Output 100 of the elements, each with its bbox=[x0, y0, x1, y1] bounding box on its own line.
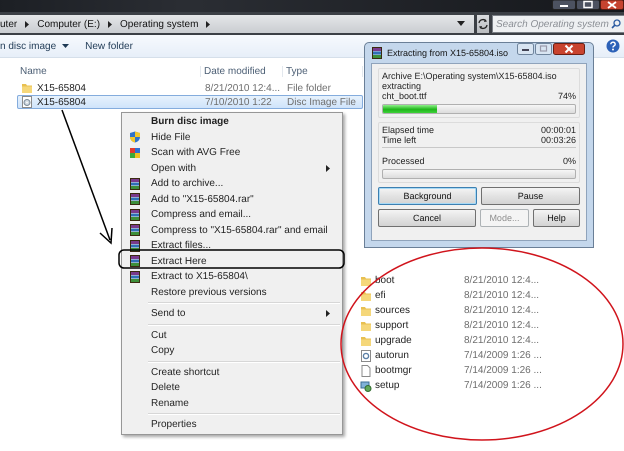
search-field[interactable]: Search Operating system bbox=[492, 15, 624, 33]
file-name: setup bbox=[375, 380, 400, 391]
disc-file-icon bbox=[21, 96, 33, 108]
menu-item[interactable]: Add to "X15-65804.rar" bbox=[124, 192, 340, 207]
search-icon[interactable] bbox=[611, 19, 621, 29]
column-header[interactable]: Type bbox=[283, 66, 363, 76]
type-cell-text: File folder bbox=[286, 82, 332, 94]
file-name: efi bbox=[375, 290, 386, 301]
toolbar-button[interactable]: n disc image bbox=[0, 40, 70, 52]
date-cell-text: 8/21/2010 12:4... bbox=[464, 320, 540, 331]
date-cell-text: 8/21/2010 12:4... bbox=[204, 82, 282, 94]
menu-item[interactable]: Cut bbox=[124, 328, 340, 343]
archive-icon bbox=[129, 178, 141, 190]
folder-icon bbox=[360, 320, 372, 332]
menu-item[interactable]: Delete bbox=[124, 380, 340, 396]
help-icon[interactable] bbox=[606, 39, 620, 53]
window-title: Extracting from X15-65804.iso bbox=[387, 48, 508, 58]
maximize-icon bbox=[576, 0, 600, 10]
processed-label: Processed bbox=[382, 156, 425, 166]
archive-icon bbox=[129, 240, 141, 252]
dialog-button[interactable]: Pause bbox=[481, 187, 580, 205]
menu-item[interactable]: Extract Here bbox=[124, 254, 340, 269]
menu-item[interactable]: Extract to X15-65804\ bbox=[124, 269, 340, 284]
date-cell-text: 7/10/2010 1:22 bbox=[204, 96, 273, 108]
dropdown-icon bbox=[457, 20, 465, 26]
menu-item[interactable]: Rename bbox=[124, 396, 340, 411]
menu-item[interactable]: Compress to "X15-65804.rar" and email bbox=[124, 222, 340, 238]
close-icon bbox=[600, 0, 624, 10]
archive-icon bbox=[129, 208, 141, 221]
archive-path: Archive E:\Operating system\X15-65804.iso bbox=[382, 71, 558, 81]
dialog-button[interactable]: Cancel bbox=[378, 209, 476, 227]
menu-item[interactable]: Hide File bbox=[124, 130, 340, 145]
type-cell-text: Disc Image File bbox=[286, 96, 357, 108]
time-label: Time left bbox=[382, 135, 416, 145]
file-row[interactable]: X15-65804 7/10/2010 1:22 Disc Image File bbox=[17, 95, 363, 109]
file-percent: 74% bbox=[558, 91, 576, 101]
menu-item[interactable]: Send to bbox=[124, 306, 340, 322]
toolbar-button[interactable]: New folder bbox=[85, 40, 133, 52]
folder-icon bbox=[360, 290, 372, 302]
breadcrumb[interactable]: Computer (E:) bbox=[37, 18, 100, 30]
date-cell-text: 8/21/2010 12:4... bbox=[464, 290, 540, 301]
file-name: bootmgr bbox=[375, 365, 412, 376]
archive-icon bbox=[129, 224, 141, 236]
time-value: 00:00:01 bbox=[540, 125, 576, 135]
current-file: cht_boot.ttf bbox=[382, 91, 427, 101]
dialog-button[interactable]: Help bbox=[532, 209, 580, 227]
menu-item[interactable]: Open with bbox=[124, 160, 340, 176]
close-icon[interactable] bbox=[553, 43, 585, 55]
minimize-icon[interactable] bbox=[517, 43, 534, 55]
status-text: extracting bbox=[382, 81, 422, 91]
folder-icon bbox=[360, 304, 372, 316]
folder-icon bbox=[360, 274, 372, 286]
menu-item[interactable]: Scan with AVG Free bbox=[124, 145, 340, 160]
menu-item[interactable]: Restore previous versions bbox=[124, 284, 340, 300]
date-cell-text: 8/21/2010 12:4... bbox=[464, 305, 540, 316]
menu-item[interactable]: Add to archive... bbox=[124, 176, 340, 192]
date-cell-text: 7/14/2009 1:26 ... bbox=[464, 350, 543, 361]
file-name: sources bbox=[375, 305, 410, 316]
menu-item[interactable]: Extract files... bbox=[124, 238, 340, 254]
file-row[interactable]: X15-65804 8/21/2010 12:4... File folder bbox=[17, 81, 363, 95]
archive-icon bbox=[371, 47, 383, 59]
file-name: boot bbox=[375, 275, 394, 286]
breadcrumb[interactable]: uter bbox=[0, 18, 18, 30]
time-label: Elapsed time bbox=[382, 125, 434, 135]
menu-item[interactable]: Burn disc image bbox=[124, 114, 340, 130]
menu-item[interactable]: Copy bbox=[124, 343, 340, 358]
submenu-arrow-icon bbox=[326, 164, 330, 172]
folder-icon bbox=[360, 334, 372, 346]
file-name: X15-65804 bbox=[37, 82, 86, 94]
date-cell-text: 7/14/2009 1:26 ... bbox=[464, 380, 543, 391]
minimize-icon bbox=[552, 0, 576, 10]
menu-item[interactable]: Create shortcut bbox=[124, 364, 340, 380]
date-cell-text: 8/21/2010 12:4... bbox=[464, 335, 540, 346]
file-name: X15-65804 bbox=[37, 96, 86, 108]
processed-percent: 0% bbox=[562, 156, 576, 166]
menu-item[interactable]: Compress and email... bbox=[124, 207, 340, 222]
file-name: support bbox=[375, 320, 408, 331]
submenu-arrow-icon bbox=[326, 310, 330, 317]
archive-icon bbox=[129, 255, 141, 268]
file-name: autorun bbox=[375, 350, 409, 361]
column-header[interactable]: Date modified bbox=[201, 66, 283, 76]
date-cell-text: 7/14/2009 1:26 ... bbox=[464, 365, 543, 376]
four-squares-icon bbox=[129, 146, 141, 159]
setup-icon bbox=[360, 380, 372, 392]
folder-icon bbox=[21, 82, 33, 94]
archive-icon bbox=[129, 193, 141, 206]
dialog-button[interactable]: Background bbox=[378, 187, 477, 205]
file-name: upgrade bbox=[375, 335, 412, 346]
chevron-icon bbox=[205, 20, 212, 28]
time-value: 00:03:26 bbox=[540, 135, 576, 145]
column-header[interactable]: Name bbox=[17, 66, 201, 76]
menu-item[interactable]: Properties bbox=[124, 417, 340, 432]
caret-icon bbox=[62, 44, 70, 48]
archive-icon bbox=[129, 270, 141, 283]
breadcrumb[interactable]: Operating system bbox=[120, 18, 198, 30]
date-cell-text: 8/21/2010 12:4... bbox=[464, 275, 540, 286]
refresh-icon[interactable] bbox=[477, 18, 489, 30]
chevron-icon bbox=[24, 20, 30, 28]
chevron-icon bbox=[107, 20, 114, 28]
shield-icon bbox=[129, 131, 141, 144]
